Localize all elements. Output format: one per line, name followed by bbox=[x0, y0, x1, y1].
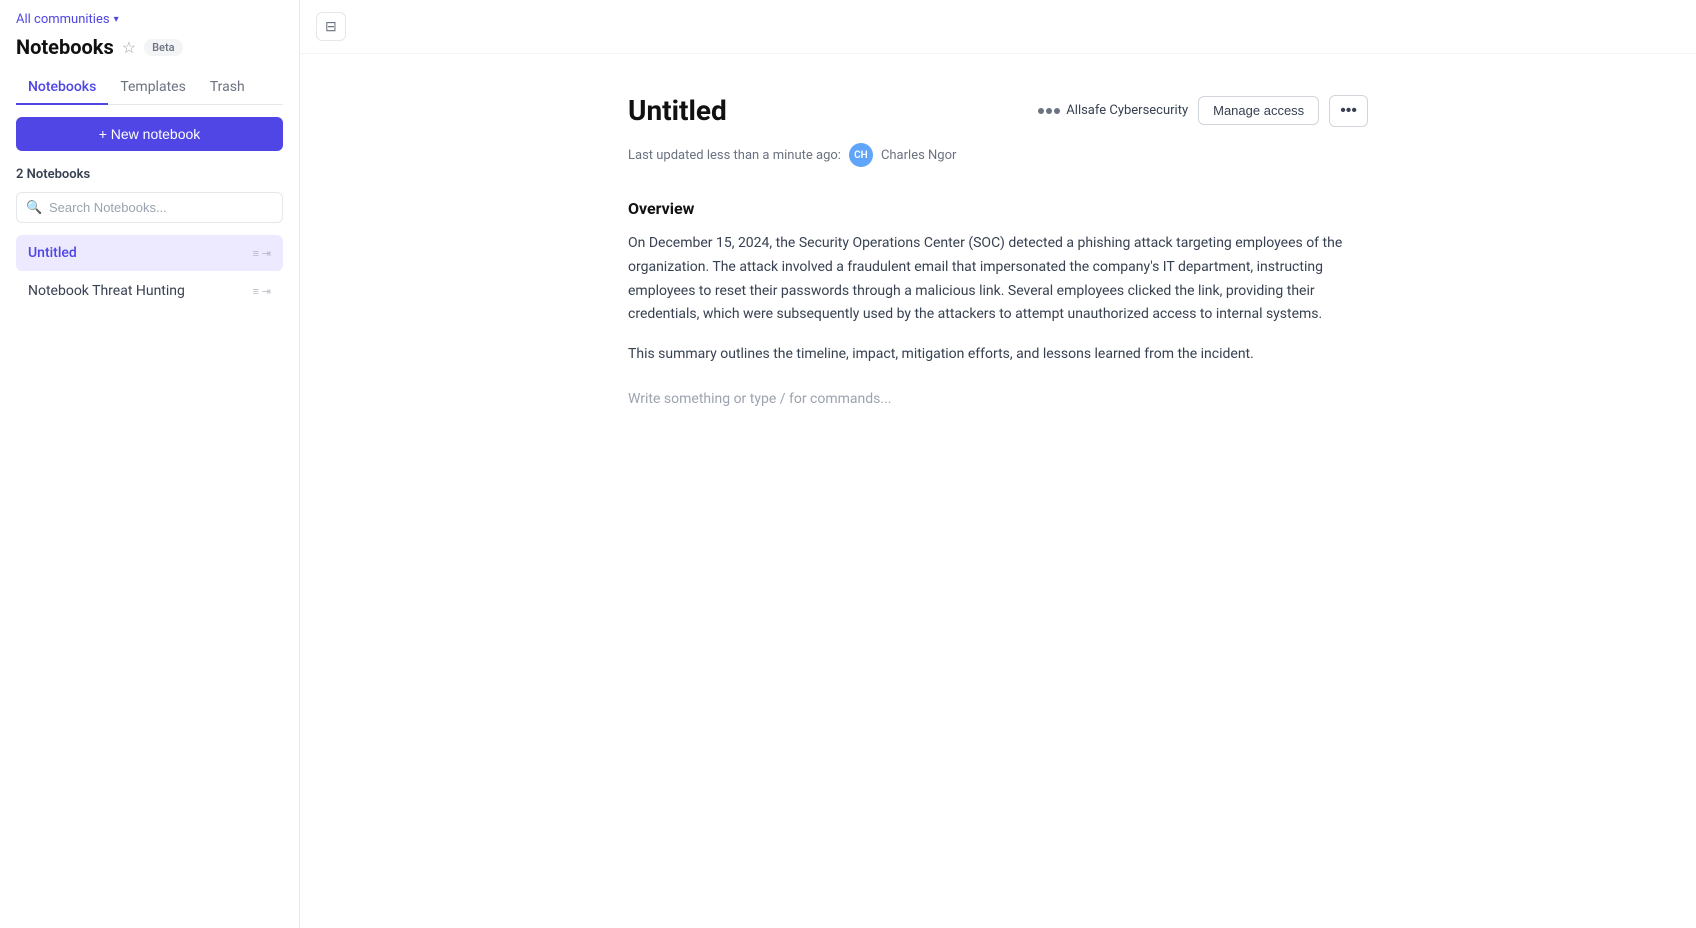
community-link[interactable]: All communities ▾ bbox=[16, 12, 283, 27]
manage-access-button[interactable]: Manage access bbox=[1198, 96, 1319, 125]
notebooks-count: 2 Notebooks bbox=[16, 167, 283, 182]
notebooks-header: Notebooks ☆ Beta bbox=[16, 35, 283, 59]
main-content: ⊟ Untitled Allsafe Cybersecurity Manage … bbox=[300, 0, 1696, 928]
last-updated-text: Last updated less than a minute ago: bbox=[628, 148, 841, 163]
chevron-down-icon: ▾ bbox=[114, 14, 119, 25]
notebook-item-actions-threat: ≡ ⇥ bbox=[253, 285, 271, 298]
search-icon: 🔍 bbox=[26, 200, 42, 215]
overview-heading: Overview bbox=[628, 199, 1368, 218]
notebook-header: Untitled Allsafe Cybersecurity Manage ac… bbox=[628, 94, 1368, 127]
community-icon bbox=[1038, 108, 1060, 114]
search-box: 🔍 bbox=[16, 192, 283, 223]
paragraph2: This summary outlines the timeline, impa… bbox=[628, 343, 1368, 367]
author-name: Charles Ngor bbox=[881, 148, 956, 163]
community-name: Allsafe Cybersecurity bbox=[1066, 103, 1188, 118]
main-toolbar: ⊟ bbox=[300, 0, 1696, 54]
beta-badge: Beta bbox=[144, 39, 182, 56]
community-dot3 bbox=[1054, 108, 1060, 114]
notebook-item-label: Untitled bbox=[28, 245, 77, 261]
community-label: All communities bbox=[16, 12, 110, 27]
new-notebook-button[interactable]: + New notebook bbox=[16, 117, 283, 151]
notebook-title: Untitled bbox=[628, 94, 727, 127]
tab-trash[interactable]: Trash bbox=[198, 71, 257, 105]
sidebar-toggle-button[interactable]: ⊟ bbox=[316, 12, 346, 41]
notebook-item-untitled[interactable]: Untitled ≡ ⇥ bbox=[16, 235, 283, 271]
search-input[interactable] bbox=[16, 192, 283, 223]
notebook-item-threat-hunting[interactable]: Notebook Threat Hunting ≡ ⇥ bbox=[16, 273, 283, 309]
notebook-body: Untitled Allsafe Cybersecurity Manage ac… bbox=[548, 54, 1448, 447]
write-placeholder[interactable]: Write something or type / for commands..… bbox=[628, 391, 1368, 407]
page-title: Notebooks bbox=[16, 35, 114, 59]
notebook-item-label: Notebook Threat Hunting bbox=[28, 283, 185, 299]
paragraph1: On December 15, 2024, the Security Opera… bbox=[628, 232, 1368, 327]
community-dot bbox=[1038, 108, 1044, 114]
sidebar-toggle-icon: ⊟ bbox=[325, 18, 337, 34]
community-dot2 bbox=[1046, 108, 1052, 114]
sidebar: All communities ▾ Notebooks ☆ Beta Noteb… bbox=[0, 0, 300, 928]
tab-notebooks[interactable]: Notebooks bbox=[16, 71, 108, 105]
tabs: Notebooks Templates Trash bbox=[16, 71, 283, 105]
notebook-item-actions-untitled: ≡ ⇥ bbox=[253, 247, 271, 260]
more-options-button[interactable]: ••• bbox=[1329, 95, 1368, 127]
community-info: Allsafe Cybersecurity bbox=[1038, 103, 1188, 118]
star-icon[interactable]: ☆ bbox=[122, 38, 136, 57]
tab-templates[interactable]: Templates bbox=[108, 71, 198, 105]
notebook-list: Untitled ≡ ⇥ Notebook Threat Hunting ≡ ⇥ bbox=[16, 235, 283, 309]
notebook-header-right: Allsafe Cybersecurity Manage access ••• bbox=[1038, 95, 1368, 127]
avatar: CH bbox=[849, 143, 873, 167]
last-updated: Last updated less than a minute ago: CH … bbox=[628, 143, 1368, 167]
